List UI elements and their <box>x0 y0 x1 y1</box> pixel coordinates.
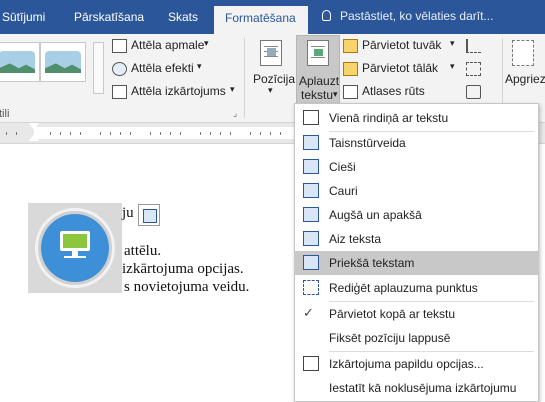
monitor-icon <box>60 231 90 251</box>
chevron-down-icon: ▾ <box>204 38 209 48</box>
menu-item-top-bottom[interactable]: Augšā un apakšā <box>295 203 538 227</box>
wrap-text-menu: Vienā rindiņā ar tekstu Taisnstūrveida C… <box>294 103 539 402</box>
square-wrap-icon <box>303 135 319 150</box>
first-indent-marker[interactable] <box>29 123 39 130</box>
menu-item-set-default-layout[interactable]: Iestatīt kā noklusējuma izkārtojumu <box>295 376 538 400</box>
chevron-down-icon: ▾ <box>333 89 338 99</box>
group-separator <box>244 38 245 118</box>
menu-item-tight[interactable]: Cieši <box>295 155 538 179</box>
chevron-down-icon: ▾ <box>450 38 455 48</box>
behind-text-icon <box>303 231 319 246</box>
menu-item-edit-wrap-points[interactable]: Rediģēt aplauzuma punktus <box>295 276 538 300</box>
wrap-text-icon <box>307 40 329 66</box>
wrap-text-button[interactable]: Aplauzt tekstu ▾ <box>296 35 340 105</box>
crop-button[interactable]: Apgriez <box>505 72 545 86</box>
chevron-down-icon: ▾ <box>450 61 455 71</box>
picture-style-thumb[interactable] <box>0 42 40 82</box>
menu-item-inline[interactable]: Vienā rindiņā ar tekstu <box>295 106 538 130</box>
chevron-down-icon: ▾ <box>268 85 273 95</box>
tab-view[interactable]: Skats <box>168 10 198 24</box>
position-icon <box>260 40 282 66</box>
chevron-down-icon: ▾ <box>197 61 202 71</box>
rotate-icon[interactable] <box>466 85 481 99</box>
picture-layout-button[interactable]: Attēla izkārtojums <box>131 84 226 98</box>
tab-mailings[interactable]: Sūtījumi <box>2 10 45 24</box>
in-front-of-text-icon <box>303 255 319 270</box>
inline-with-text-icon <box>303 110 319 125</box>
layout-options-icon[interactable] <box>138 204 160 226</box>
doc-text-line: s novietojuma veidu. <box>124 279 250 295</box>
crop-icon <box>512 40 534 66</box>
menu-item-more-layout-options[interactable]: Izkārtojuma papildu opcijas... <box>295 352 538 376</box>
group-label-styles: tili <box>0 108 10 120</box>
ribbon-tab-bar: Sūtījumi Pārskatīšana Skats Formatēšana … <box>0 0 545 34</box>
picture-effects-icon <box>112 62 127 76</box>
tab-review[interactable]: Pārskatīšana <box>74 10 144 24</box>
picture-layout-icon <box>112 85 127 99</box>
styles-scroll[interactable] <box>93 42 104 94</box>
menu-item-in-front-of-text[interactable]: Priekšā tekstam <box>295 251 538 275</box>
edit-wrap-points-icon <box>303 280 319 295</box>
bring-forward-button[interactable]: Pārvietot tuvāk <box>362 38 441 52</box>
doc-text-line: attēlu. <box>124 243 162 259</box>
top-bottom-wrap-icon <box>303 207 319 222</box>
tight-wrap-icon <box>303 159 319 174</box>
send-backward-icon <box>343 62 358 76</box>
doc-text-line: ju <box>122 205 134 221</box>
bring-forward-icon <box>343 39 358 53</box>
menu-item-behind-text[interactable]: Aiz teksta <box>295 227 538 251</box>
group-icon[interactable] <box>466 62 481 76</box>
lightbulb-icon <box>322 10 331 21</box>
chevron-down-icon: ▾ <box>230 84 235 94</box>
checkmark-icon: ✓ <box>303 305 314 320</box>
inserted-picture[interactable] <box>28 203 122 293</box>
picture-border-button[interactable]: Attēla apmale <box>131 38 204 52</box>
menu-item-fix-position[interactable]: Fiksēt pozīciju lappusē <box>295 326 538 350</box>
tab-format[interactable]: Formatēšana <box>214 6 308 34</box>
menu-item-through[interactable]: Cauri <box>295 179 538 203</box>
picture-style-thumb[interactable] <box>40 42 86 82</box>
through-wrap-icon <box>303 183 319 198</box>
hanging-indent-marker[interactable] <box>29 134 39 141</box>
align-icon[interactable] <box>466 39 481 53</box>
tell-me-input[interactable]: Pastāstiet, ko vēlaties darīt... <box>340 9 493 23</box>
layout-options-icon <box>303 356 319 371</box>
selection-pane-icon <box>343 85 358 99</box>
picture-effects-button[interactable]: Attēla efekti <box>131 61 194 75</box>
tab-format-label: Formatēšana <box>225 11 296 25</box>
wrap-text-label-1: Aplauzt <box>299 74 340 88</box>
menu-item-move-with-text[interactable]: ✓ Pārvietot kopā ar tekstu <box>295 302 538 326</box>
send-backward-button[interactable]: Pārvietot tālāk <box>362 61 438 75</box>
dialog-launcher-icon[interactable]: ⌟ <box>233 108 237 119</box>
picture-border-icon <box>112 39 127 53</box>
wrap-text-label-2: tekstu <box>301 88 334 102</box>
position-button[interactable]: Pozīcija <box>253 72 295 86</box>
doc-text-line: izkārtojuma opcijas. <box>122 261 244 277</box>
selection-pane-button[interactable]: Atlases rūts <box>362 84 425 98</box>
menu-item-square[interactable]: Taisnstūrveida <box>295 131 538 155</box>
